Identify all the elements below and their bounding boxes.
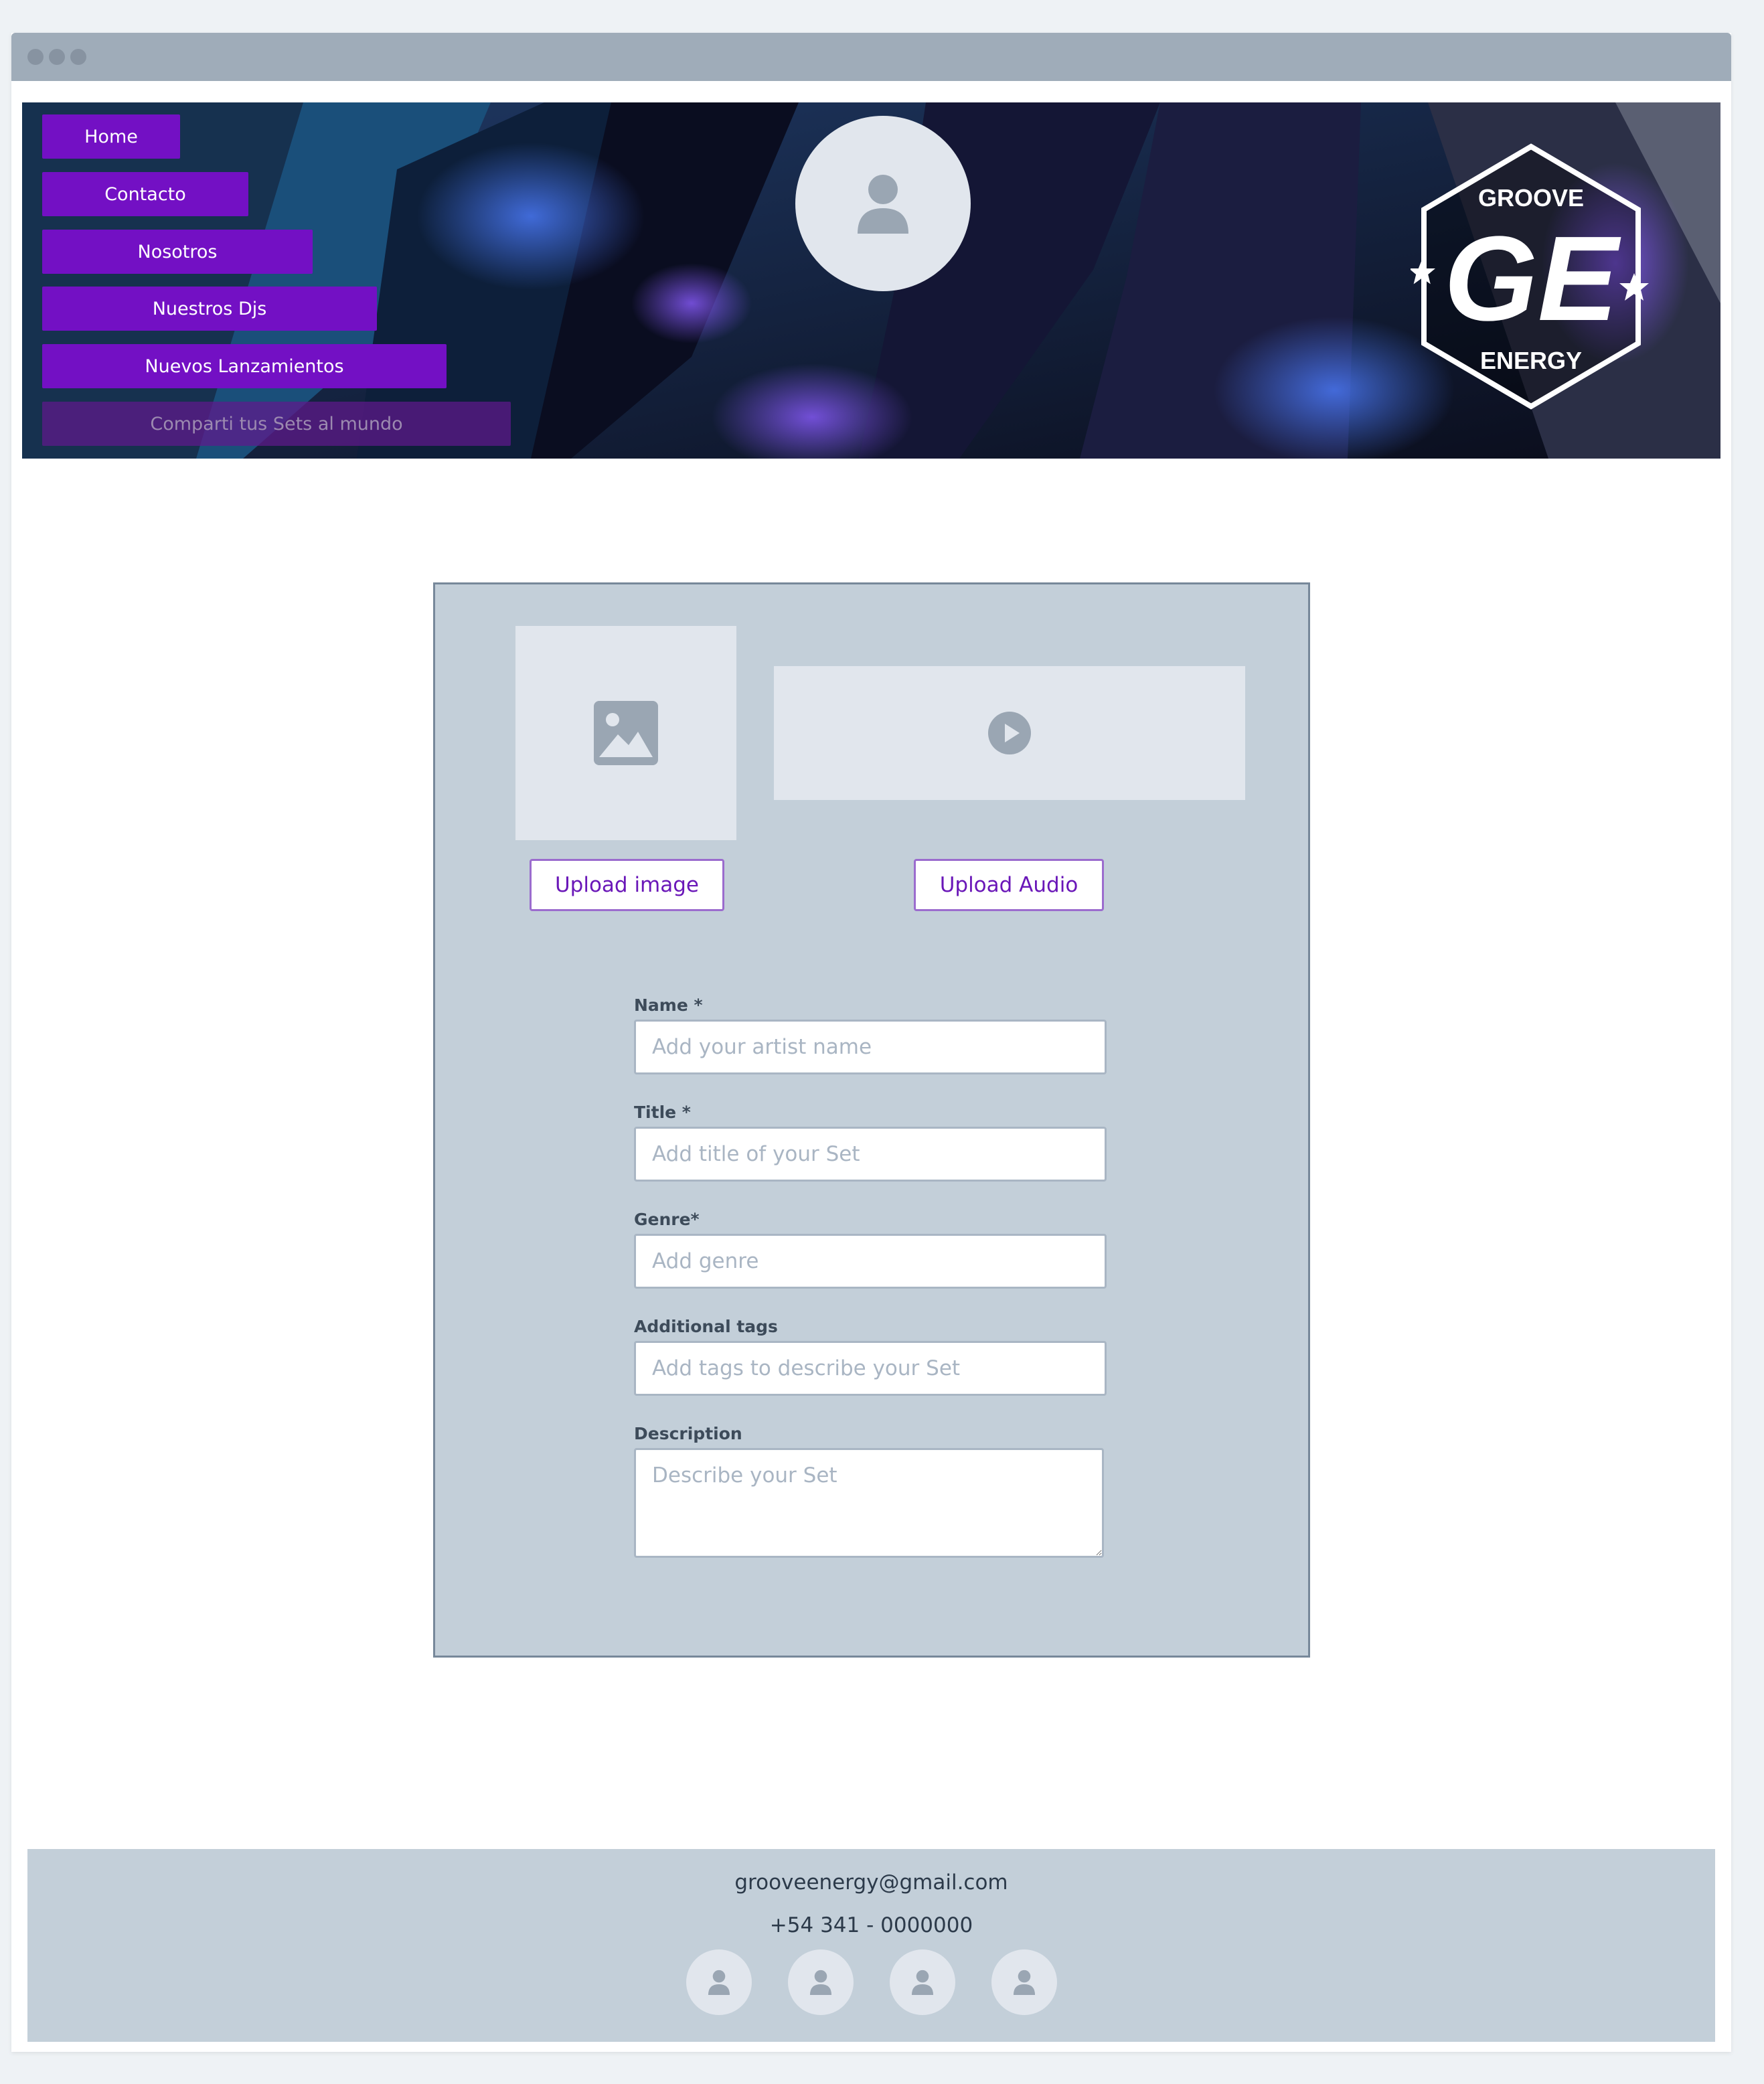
social-link-1[interactable]	[686, 1949, 752, 2015]
window-titlebar	[11, 33, 1731, 81]
nav-comparti-sets-button[interactable]: Comparti tus Sets al mundo	[42, 402, 511, 446]
name-label: Name *	[634, 995, 703, 1015]
browser-window: Home Contacto Nosotros Nuestros Djs Nuev…	[11, 33, 1731, 2052]
upload-set-card: Upload image Upload Audio Name * Title *…	[433, 582, 1310, 1658]
nav-nuestros-djs-button[interactable]: Nuestros Djs	[42, 287, 377, 331]
logo-bottom-text: ENERGY	[1480, 347, 1582, 374]
footer-phone: +54 341 - 0000000	[769, 1913, 973, 1937]
nav-contacto-button[interactable]: Contacto	[42, 172, 248, 216]
upload-audio-button[interactable]: Upload Audio	[914, 859, 1104, 911]
social-link-3[interactable]	[890, 1949, 955, 2015]
profile-avatar[interactable]	[795, 116, 971, 291]
page-footer: grooveenergy@gmail.com +54 341 - 0000000	[27, 1849, 1715, 2042]
nav-nosotros-button[interactable]: Nosotros	[42, 230, 313, 274]
description-label: Description	[634, 1424, 742, 1443]
groove-energy-logo: GROOVE GE ENERGY	[1411, 143, 1649, 410]
social-link-2[interactable]	[788, 1949, 854, 2015]
footer-email[interactable]: grooveenergy@gmail.com	[27, 1870, 1715, 1895]
image-preview	[515, 626, 736, 840]
genre-label: Genre*	[634, 1210, 700, 1229]
user-icon	[708, 1970, 730, 1995]
logo-monogram: GE	[1444, 212, 1621, 346]
upload-image-button[interactable]: Upload image	[530, 859, 724, 911]
play-icon[interactable]	[988, 712, 1031, 754]
image-icon	[594, 701, 658, 765]
nav-home-button[interactable]: Home	[42, 114, 180, 159]
set-title-input[interactable]	[634, 1127, 1107, 1182]
tags-label: Additional tags	[634, 1317, 778, 1336]
logo-top-text: GROOVE	[1478, 184, 1584, 212]
user-icon	[809, 1970, 832, 1995]
header-banner: Home Contacto Nosotros Nuestros Djs Nuev…	[22, 102, 1720, 459]
artist-name-input[interactable]	[634, 1020, 1107, 1074]
window-dot-icon[interactable]	[49, 49, 65, 65]
user-icon	[1013, 1970, 1036, 1995]
audio-preview[interactable]	[774, 666, 1245, 800]
user-icon	[858, 175, 908, 234]
title-label: Title *	[634, 1103, 691, 1122]
window-dot-icon[interactable]	[27, 49, 44, 65]
social-link-4[interactable]	[991, 1949, 1057, 2015]
user-icon	[911, 1970, 934, 1995]
genre-input[interactable]	[634, 1234, 1107, 1289]
nav-nuevos-lanzamientos-button[interactable]: Nuevos Lanzamientos	[42, 344, 447, 388]
window-dot-icon[interactable]	[70, 49, 86, 65]
tags-input[interactable]	[634, 1341, 1107, 1396]
description-textarea[interactable]	[634, 1448, 1104, 1558]
